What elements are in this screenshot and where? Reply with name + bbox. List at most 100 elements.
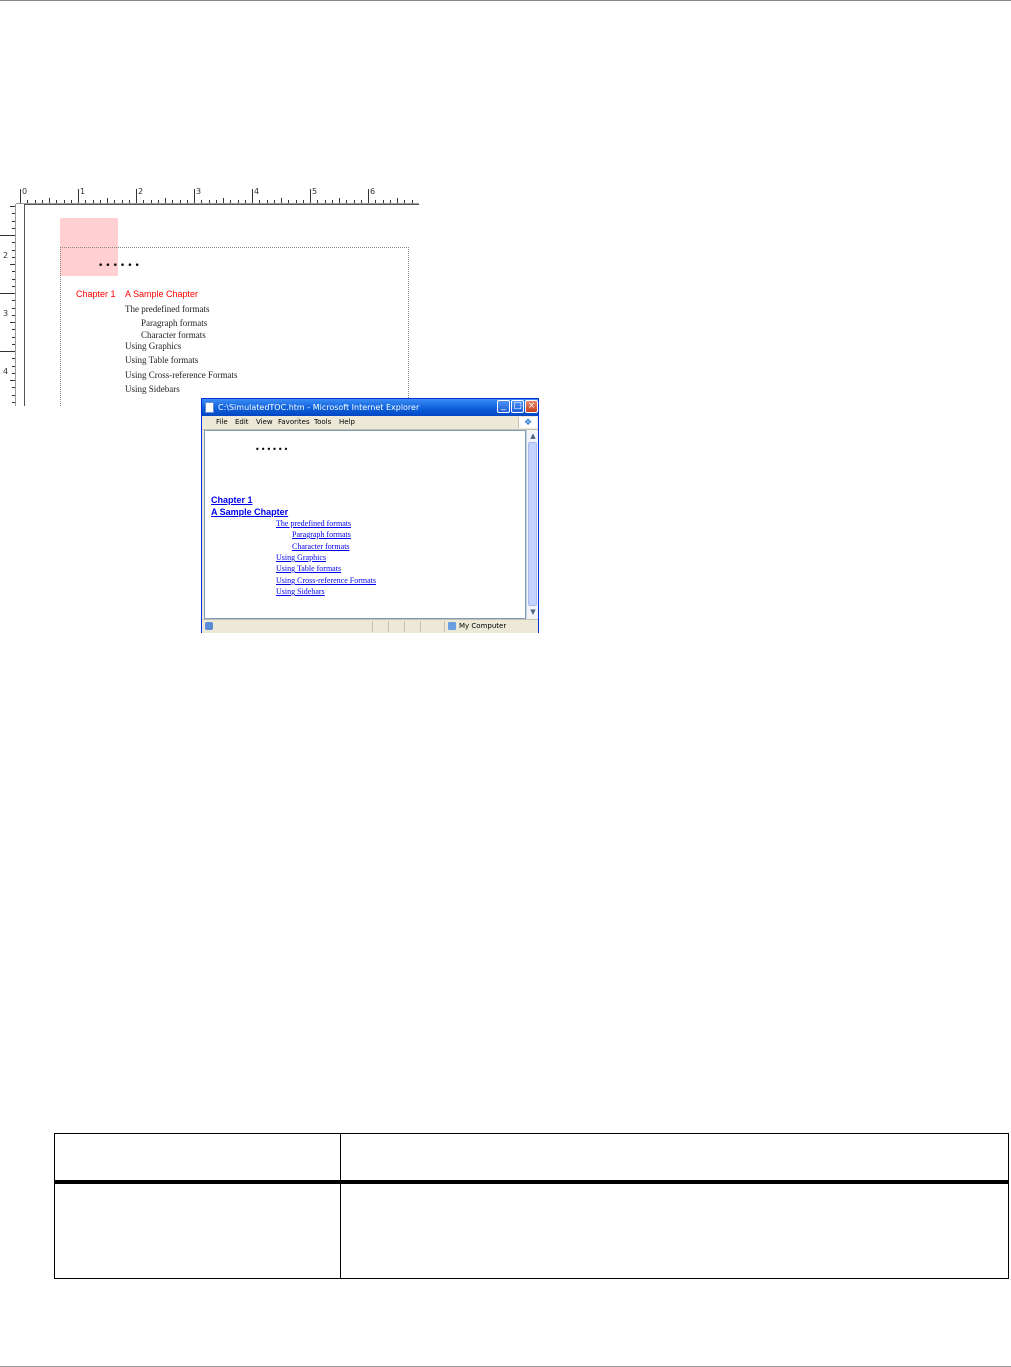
chapter-title-link[interactable]: A Sample Chapter <box>211 507 288 518</box>
ruler-tick <box>12 336 15 338</box>
menu-view[interactable]: View <box>256 418 273 427</box>
ruler-tick <box>78 189 79 203</box>
table-header-cell <box>54 1133 341 1184</box>
scroll-down-icon[interactable]: ▼ <box>528 607 538 617</box>
page-icon <box>205 402 214 413</box>
ruler-tick <box>201 200 203 203</box>
leader-dots: •••••• <box>255 445 290 454</box>
ruler-tick <box>404 200 406 203</box>
close-icon: × <box>527 401 536 411</box>
ruler-tick <box>128 200 130 203</box>
toc-link[interactable]: Using Cross-reference Formats <box>276 576 376 586</box>
ruler-tick <box>12 329 15 331</box>
ruler-tick <box>92 200 94 203</box>
window-title: C:\SimulatedTOC.htm - Microsoft Internet… <box>218 403 420 412</box>
ruler-tick <box>179 200 181 203</box>
toc-entry: Character formats <box>141 330 206 340</box>
ruler-tick <box>288 200 290 203</box>
ruler-tick <box>346 200 348 203</box>
title-bar[interactable]: C:\SimulatedTOC.htm - Microsoft Internet… <box>202 399 538 416</box>
ruler-tick <box>295 200 297 203</box>
toc-entry: The predefined formats <box>125 304 210 314</box>
toc-entry: Using Sidebars <box>125 384 180 394</box>
chapter-number-link[interactable]: Chapter 1 <box>211 495 253 506</box>
ruler-tick <box>27 200 29 203</box>
maximize-button[interactable]: □ <box>511 400 524 413</box>
status-bar: My Computer <box>202 619 538 633</box>
page-status-icon <box>205 622 213 630</box>
ruler-tick <box>12 394 15 396</box>
vertical-scrollbar[interactable]: ▲ ▼ <box>526 430 538 619</box>
ruler-number: 6 <box>370 187 376 196</box>
ruler-tick <box>310 189 311 203</box>
browser-content: •••••• Chapter 1 A Sample Chapter The pr… <box>204 430 526 619</box>
ruler-tick <box>230 200 232 203</box>
ruler-number: 2 <box>3 251 9 260</box>
ruler-tick <box>324 200 326 203</box>
vertical-ruler: 2 3 4 <box>0 204 16 406</box>
table-row <box>54 1181 1009 1279</box>
ruler-tick <box>10 322 15 323</box>
ruler-tick <box>208 200 210 203</box>
security-zone: My Computer <box>459 622 507 630</box>
menu-tools[interactable]: Tools <box>314 418 331 427</box>
scroll-thumb[interactable] <box>528 442 537 606</box>
ruler-tick <box>10 206 15 207</box>
ruler-tick <box>12 401 15 403</box>
toc-link[interactable]: Using Graphics <box>276 553 326 563</box>
ruler-tick <box>12 307 15 309</box>
ruler-tick <box>41 200 43 203</box>
ruler-tick <box>0 235 15 236</box>
ruler-tick <box>273 200 275 203</box>
page-top-rule <box>0 0 1011 1</box>
maximize-icon: □ <box>513 401 522 411</box>
ruler-tick <box>266 200 268 203</box>
ruler-tick <box>12 372 15 374</box>
ruler-tick <box>10 380 15 381</box>
ruler-tick <box>186 200 188 203</box>
ruler-tick <box>34 200 36 203</box>
ruler-tick <box>56 200 58 203</box>
menu-edit[interactable]: Edit <box>235 418 249 427</box>
ruler-number: 4 <box>254 187 260 196</box>
ruler-tick <box>12 227 15 229</box>
toc-entry: Using Graphics <box>125 341 182 351</box>
ruler-tick <box>12 314 15 316</box>
ruler-tick <box>360 200 362 203</box>
table-cell <box>54 1181 341 1279</box>
ruler-tick <box>339 198 340 203</box>
menu-bar: File Edit View Favorites Tools Help <box>202 416 538 430</box>
toc-link[interactable]: Paragraph formats <box>292 530 351 540</box>
ruler-tick <box>121 200 123 203</box>
ruler-tick <box>259 200 261 203</box>
toc-link[interactable]: Character formats <box>292 542 350 552</box>
ruler-tick <box>397 198 398 203</box>
ruler-tick <box>143 200 145 203</box>
toc-link[interactable]: The predefined formats <box>276 519 351 529</box>
ruler-tick <box>375 200 377 203</box>
ruler-tick <box>237 200 239 203</box>
menu-favorites[interactable]: Favorites <box>278 418 310 427</box>
ruler-tick <box>302 200 304 203</box>
ruler-tick <box>12 387 15 389</box>
ruler-tick <box>0 351 15 352</box>
menu-help[interactable]: Help <box>339 418 355 427</box>
leader-dots: •••••• <box>98 261 142 271</box>
table-header-row <box>54 1133 1009 1184</box>
ruler-number: 5 <box>312 187 318 196</box>
scroll-up-icon[interactable]: ▲ <box>528 431 538 441</box>
ruler-tick <box>150 200 152 203</box>
table-cell <box>340 1181 1009 1279</box>
toc-link[interactable]: Using Sidebars <box>276 587 325 597</box>
toc-link[interactable]: Using Table formats <box>276 564 341 574</box>
minimize-button[interactable]: _ <box>497 400 510 413</box>
ruler-tick <box>223 198 224 203</box>
ruler-number: 0 <box>22 187 28 196</box>
ruler-tick <box>411 200 413 203</box>
ruler-tick <box>252 189 253 203</box>
computer-icon <box>448 622 456 630</box>
ruler-tick <box>12 343 15 345</box>
ruler-tick <box>85 200 87 203</box>
menu-file[interactable]: File <box>216 418 228 427</box>
close-button[interactable]: × <box>525 400 538 413</box>
